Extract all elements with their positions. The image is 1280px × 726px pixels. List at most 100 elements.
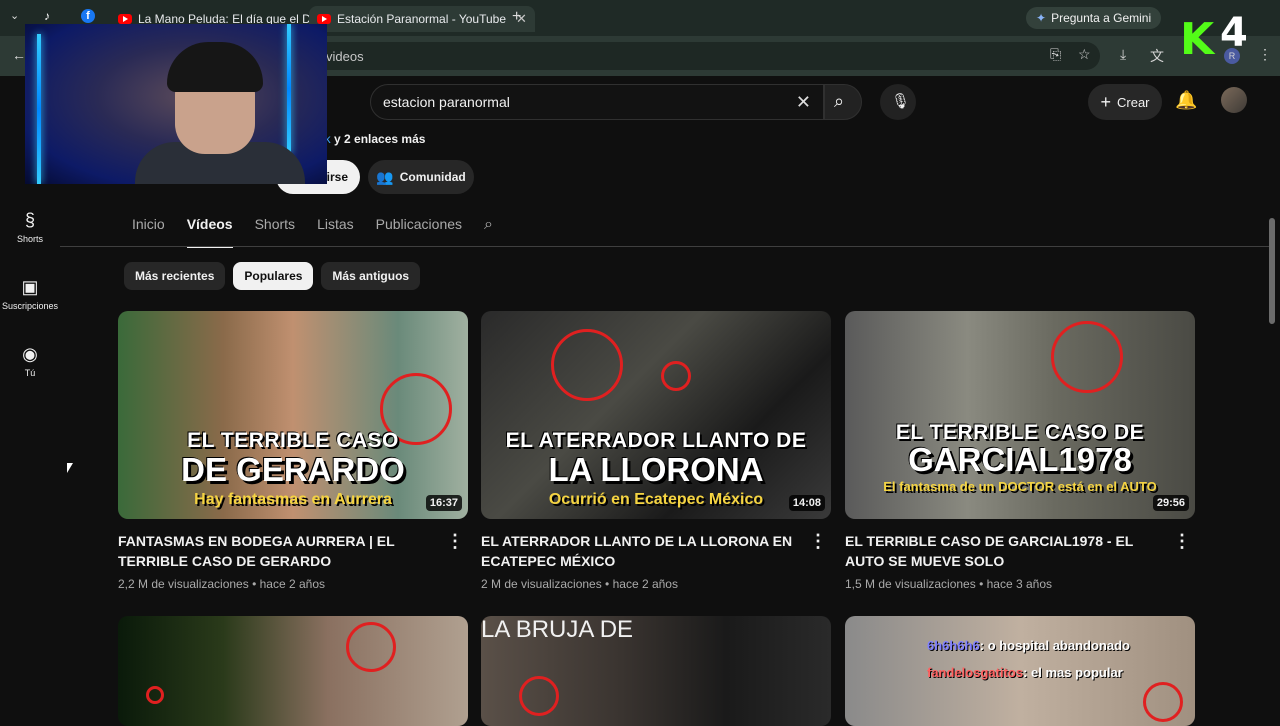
chip-recent[interactable]: Más recientes xyxy=(124,262,226,290)
video-thumbnail[interactable]: LA BRUJA DE xyxy=(481,616,831,726)
more-actions-icon[interactable]: ⋮ xyxy=(1173,531,1191,552)
video-title[interactable]: FANTASMAS EN BODEGA AURRERA | EL TERRIBL… xyxy=(118,531,438,571)
tab-videos[interactable]: Vídeos xyxy=(186,216,233,248)
facebook-tab-icon[interactable]: f xyxy=(81,9,95,23)
thumbnail-text-line3: Hay fantasmas en Aurrera xyxy=(194,491,392,508)
video-thumbnail[interactable]: 6h6h6h6: o hospital abandonado fandelosg… xyxy=(845,616,1195,726)
search-button[interactable]: ⌕ xyxy=(824,84,862,120)
microphone-icon: 🎙 xyxy=(891,93,911,110)
channel-links[interactable]: ok y 2 enlaces más xyxy=(318,132,425,146)
mouse-cursor-icon xyxy=(67,463,73,473)
youtube-favicon-icon xyxy=(317,14,331,24)
search-icon: ⌕ xyxy=(834,91,845,111)
plus-icon: + xyxy=(1100,91,1111,112)
video-thumbnail[interactable]: EL TERRIBLE CASO DE GERARDO Hay fantasma… xyxy=(118,311,468,519)
video-title[interactable]: EL TERRIBLE CASO DE GARCIAL1978 - EL AUT… xyxy=(845,531,1165,571)
video-title[interactable]: EL ATERRADOR LLANTO DE LA LLORONA EN ECA… xyxy=(481,531,801,571)
search-input[interactable]: estacion paranormal ✕ xyxy=(370,84,824,120)
logo-number: 4 xyxy=(1220,10,1248,56)
streamer-hair xyxy=(167,42,263,92)
led-strip xyxy=(37,34,41,184)
tiktok-tab-icon[interactable]: ♪ xyxy=(44,9,50,23)
channel-logo: K 4 xyxy=(1180,10,1250,65)
chat-username: fandelosgatitos xyxy=(927,665,1024,680)
notifications-bell-icon[interactable]: 🔔 xyxy=(1175,90,1197,111)
video-meta: 1,5 M de visualizaciones • hace 3 años xyxy=(845,577,1052,591)
bookmark-star-icon[interactable]: ☆ xyxy=(1078,46,1091,63)
video-meta: 2 M de visualizaciones • hace 2 años xyxy=(481,577,678,591)
video-card[interactable]: EL TERRIBLE CASO DE GARCIAL1978 El fanta… xyxy=(845,311,1195,591)
highlight-circle xyxy=(551,329,623,401)
more-actions-icon[interactable]: ⋮ xyxy=(446,531,464,552)
back-icon[interactable]: ← xyxy=(12,47,26,63)
download-icon[interactable]: ⤓ xyxy=(1120,46,1126,63)
youtube-favicon-icon xyxy=(118,14,132,24)
channel-search-icon[interactable]: ⌕ xyxy=(484,216,493,234)
nav-item-subscriptions[interactable]: ▣ Suscripciones xyxy=(0,277,60,311)
avatar[interactable] xyxy=(1221,87,1247,113)
thumbnail-text-line3: El fantasma de un DOCTOR está en el AUTO xyxy=(883,479,1157,494)
gemini-star-icon: ✦ xyxy=(1036,11,1047,25)
logo-letter: K xyxy=(1180,14,1215,65)
community-icon: 👥 xyxy=(376,168,394,185)
duration-badge: 29:56 xyxy=(1152,495,1189,511)
thumbnail-text-line3: Ocurrió en Ecatepec México xyxy=(548,491,764,508)
chip-oldest[interactable]: Más antiguos xyxy=(321,262,421,290)
tab-listas[interactable]: Listas xyxy=(317,216,354,248)
page-scrollbar[interactable] xyxy=(1269,218,1275,324)
voice-search-button[interactable]: 🎙 xyxy=(880,84,916,120)
led-strip xyxy=(287,24,291,154)
webcam-overlay xyxy=(25,24,327,184)
tab-title: Estación Paranormal - YouTube xyxy=(337,12,506,26)
duration-badge: 14:08 xyxy=(788,495,825,511)
browser-menu-icon[interactable]: ⋮ xyxy=(1258,46,1272,63)
you-icon: ◉ xyxy=(22,344,38,364)
subscribe-label: irse xyxy=(326,170,348,184)
chip-popular[interactable]: Populares xyxy=(233,262,314,290)
chat-username: 6h6h6h6 xyxy=(927,638,980,653)
video-card[interactable]: EL ATERRADOR LLANTO DE LA LLORONA Ocurri… xyxy=(481,311,831,591)
install-app-icon[interactable]: ⎘ xyxy=(1050,46,1061,63)
new-tab-button[interactable]: + xyxy=(512,8,521,26)
chat-text: : o hospital abandonado xyxy=(979,638,1130,653)
stream-chat-message: fandelosgatitos: el mas popular xyxy=(927,665,1123,680)
highlight-circle xyxy=(519,676,559,716)
community-button[interactable]: 👥 Comunidad xyxy=(368,160,474,194)
tab-inicio[interactable]: Inicio xyxy=(132,216,165,248)
video-card[interactable]: EL TERRIBLE CASO DE GERARDO Hay fantasma… xyxy=(118,311,468,591)
video-meta: 2,2 M de visualizaciones • hace 2 años xyxy=(118,577,325,591)
clear-search-icon[interactable]: ✕ xyxy=(796,92,811,113)
tab-search-dropdown-icon[interactable]: ⌄ xyxy=(10,9,19,22)
thumbnail-text-line2: GARCIAL1978 xyxy=(908,441,1132,478)
thumbnail-text-line1: EL ATERRADOR LLANTO DE xyxy=(505,429,807,452)
highlight-circle xyxy=(1051,321,1123,393)
stream-chat-message: 6h6h6h6: o hospital abandonado xyxy=(927,638,1130,653)
thumbnail-text-line1: EL TERRIBLE CASO xyxy=(187,429,399,452)
highlight-circle xyxy=(346,622,396,672)
nav-label: Tú xyxy=(24,368,36,378)
tab-publicaciones[interactable]: Publicaciones xyxy=(376,216,462,248)
more-actions-icon[interactable]: ⋮ xyxy=(809,531,827,552)
nav-item-shorts[interactable]: § Shorts xyxy=(0,210,60,244)
gemini-label: Pregunta a Gemini xyxy=(1051,11,1152,25)
tab-shorts[interactable]: Shorts xyxy=(255,216,295,248)
video-thumbnail[interactable]: EL TERRIBLE CASO DE GARCIAL1978 El fanta… xyxy=(845,311,1195,519)
subscriptions-icon: ▣ xyxy=(21,277,39,297)
nav-label: Shorts xyxy=(16,234,43,244)
channel-tabs: Inicio Vídeos Shorts Listas Publicacione… xyxy=(132,216,462,248)
video-thumbnail[interactable] xyxy=(118,616,468,726)
create-button[interactable]: + Crear xyxy=(1088,84,1162,120)
nav-item-you[interactable]: ◉ Tú xyxy=(0,344,60,378)
duration-badge: 16:37 xyxy=(425,495,462,511)
highlight-circle xyxy=(661,361,691,391)
nav-label: Suscripciones xyxy=(1,301,59,311)
translate-icon[interactable]: 文 xyxy=(1150,46,1164,66)
video-thumbnail[interactable]: EL ATERRADOR LLANTO DE LA LLORONA Ocurri… xyxy=(481,311,831,519)
url-text: videos xyxy=(326,48,364,64)
thumbnail-text-line1: LA BRUJA DE xyxy=(481,616,634,643)
browser-tab-estacion-paranormal[interactable]: Estación Paranormal - YouTube ✕ xyxy=(309,6,535,32)
gemini-button[interactable]: ✦ Pregunta a Gemini xyxy=(1026,7,1162,29)
sort-chips: Más recientes Populares Más antiguos xyxy=(124,262,421,290)
highlight-circle xyxy=(146,686,164,704)
shorts-icon: § xyxy=(24,210,35,230)
